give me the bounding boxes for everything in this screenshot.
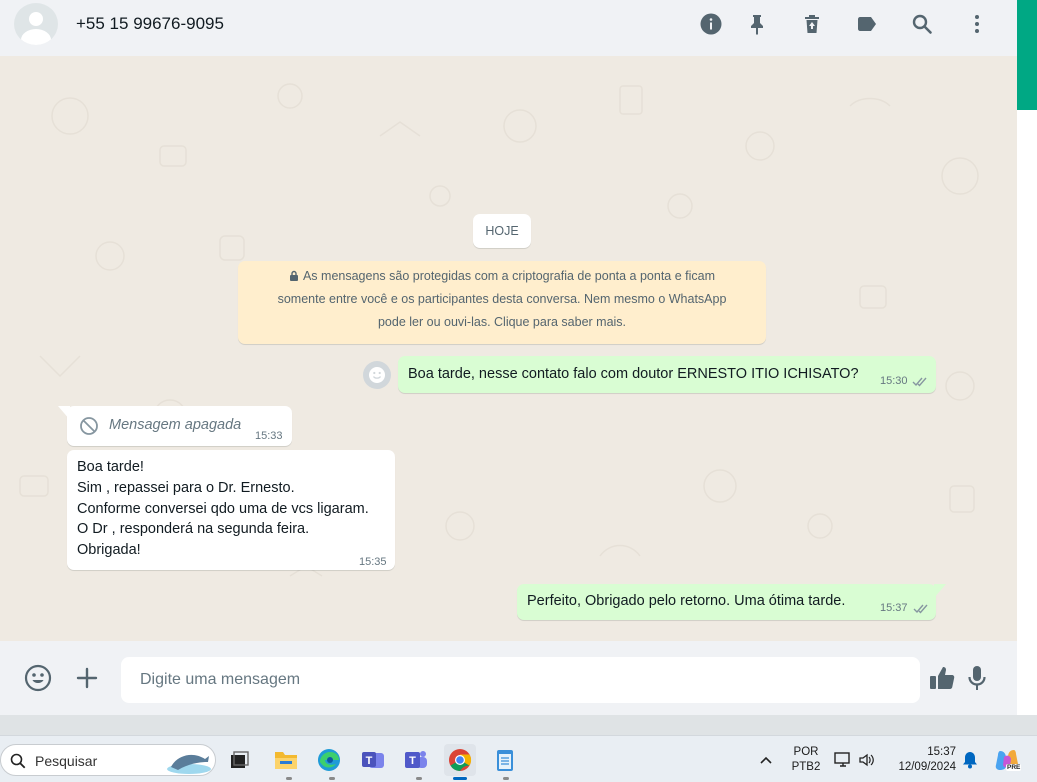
contact-name[interactable]: +55 15 99676-9095 [76, 14, 224, 34]
copilot-badge: PRE [1006, 764, 1022, 771]
speaker-icon [859, 753, 874, 767]
message-input[interactable] [121, 657, 920, 703]
bell-icon [963, 752, 977, 769]
show-hidden-icons-button[interactable] [752, 744, 780, 776]
compose-bar [0, 641, 1017, 715]
dolphin-icon [167, 754, 211, 774]
message-incoming[interactable]: Boa tarde! Sim , repassei para o Dr. Ern… [67, 450, 395, 570]
message-incoming-deleted[interactable]: Mensagem apagada 15:33 [67, 406, 292, 446]
lock-icon [289, 270, 298, 281]
encryption-line-1: As mensagens são protegidas com a cripto… [238, 265, 766, 288]
emoji-button[interactable] [23, 663, 53, 693]
blocked-icon [80, 417, 98, 435]
chevron-up-icon [760, 756, 772, 764]
delete-icon[interactable] [800, 12, 824, 36]
clock[interactable]: 15:37 12/09/2024 [884, 745, 956, 775]
encryption-notice[interactable]: As mensagens são protegidas com a cripto… [238, 261, 766, 344]
message-text: Boa tarde! Sim , repassei para o Dr. Ern… [77, 459, 369, 559]
menu-icon[interactable] [965, 12, 989, 36]
encryption-line-3: pode ler ou ouvi-las. Clique para saber … [377, 315, 627, 329]
double-check-icon [913, 604, 928, 614]
file-explorer-button[interactable] [270, 744, 302, 776]
notifications-button[interactable] [958, 744, 982, 776]
language-indicator[interactable]: POR PTB2 [788, 745, 824, 775]
contact-avatar[interactable] [14, 3, 58, 45]
task-view-icon [231, 751, 249, 768]
smiley-icon [369, 367, 385, 383]
windows-taskbar: Pesquisar T T POR PTB2 15:37 12/09/2024 [0, 735, 1037, 782]
network-icon[interactable] [832, 744, 854, 776]
task-view-button[interactable] [223, 744, 255, 776]
taskbar-search[interactable]: Pesquisar [0, 744, 216, 776]
encryption-line-2: somente entre você e os participantes de… [277, 292, 727, 306]
emoji-reaction-button[interactable] [363, 361, 391, 389]
day-chip: HOJE [473, 214, 531, 248]
scrollbar-edge[interactable] [1017, 0, 1037, 715]
thumbs-up-icon [930, 667, 955, 689]
pin-icon[interactable] [745, 12, 769, 36]
microphone-icon [968, 666, 986, 690]
message-time: 15:30 [880, 375, 908, 387]
message-text: Mensagem apagada [109, 417, 242, 433]
info-icon[interactable] [699, 12, 723, 36]
search-icon[interactable] [910, 12, 934, 36]
bubble-tail [58, 406, 70, 420]
taskbar-search-placeholder: Pesquisar [35, 753, 98, 769]
monitor-network-icon [834, 752, 850, 767]
notepad-icon [497, 750, 513, 771]
bubble-tail [934, 584, 946, 598]
folder-icon [275, 752, 297, 769]
chat-header: +55 15 99676-9095 [0, 0, 1017, 56]
emoji-icon [24, 664, 52, 692]
teams-icon: T [362, 752, 384, 768]
plus-icon [76, 667, 98, 689]
attach-button[interactable] [72, 663, 102, 693]
like-button[interactable] [927, 663, 957, 693]
message-text: Perfeito, Obrigado pelo retorno. Uma óti… [527, 593, 846, 609]
chrome-button[interactable] [444, 744, 476, 776]
message-outgoing[interactable]: Boa tarde, nesse contato falo com doutor… [398, 356, 936, 393]
message-text: Boa tarde, nesse contato falo com doutor… [408, 366, 859, 382]
edge-icon [318, 749, 340, 771]
message-list[interactable]: HOJE As mensagens são protegidas com a c… [0, 56, 1017, 641]
label-icon[interactable] [855, 12, 879, 36]
teams-icon: T [405, 751, 427, 768]
voice-button[interactable] [962, 663, 992, 693]
message-outgoing[interactable]: Perfeito, Obrigado pelo retorno. Uma óti… [517, 584, 936, 620]
double-check-icon [912, 377, 927, 387]
window-bottom [0, 715, 1037, 735]
volume-icon[interactable] [856, 744, 878, 776]
teams-button[interactable]: T [400, 744, 432, 776]
chrome-icon [449, 749, 471, 771]
message-time: 15:33 [255, 430, 283, 442]
svg-text:T: T [409, 755, 416, 767]
copilot-button[interactable]: PRE [992, 744, 1022, 776]
edge-browser-button[interactable] [313, 744, 345, 776]
message-time: 15:37 [880, 602, 908, 614]
message-time: 15:35 [359, 556, 387, 568]
search-icon [10, 753, 26, 769]
teams-work-button[interactable]: T [357, 744, 389, 776]
notepad-button[interactable] [489, 744, 521, 776]
svg-text:T: T [366, 755, 373, 767]
